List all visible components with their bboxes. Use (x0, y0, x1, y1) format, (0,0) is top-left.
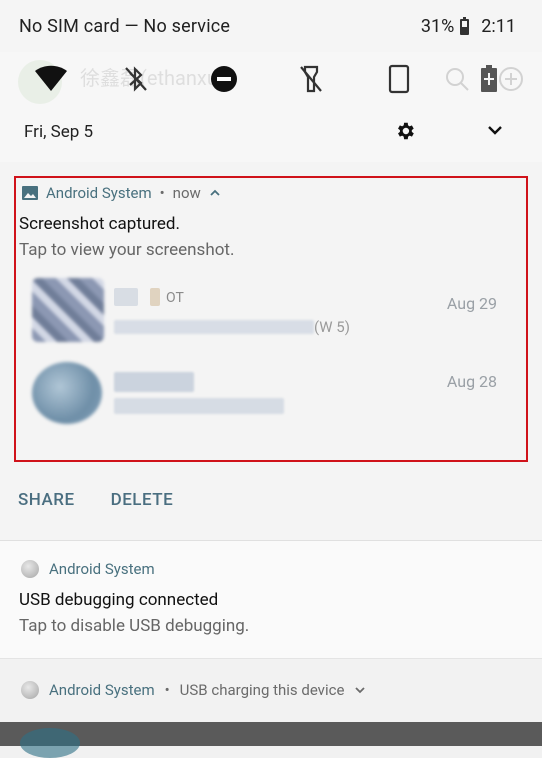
delete-button[interactable]: DELETE (111, 490, 174, 510)
image-icon (22, 186, 38, 200)
notification-summary: USB charging this device (179, 681, 345, 699)
preview-partial-text-2: (W 5) (314, 318, 350, 336)
notification-header: Android System • now (22, 184, 221, 202)
quick-settings: 徐鑫磊(ethanxu) Fri, Sep 5 (0, 52, 542, 162)
chevron-down-icon[interactable] (354, 685, 366, 695)
notification-app-name: Android System (46, 184, 152, 202)
blurred-avatar (32, 278, 104, 342)
blurred-text (150, 288, 160, 306)
gear-icon[interactable] (394, 120, 416, 146)
status-right: 31% 2:11 (421, 16, 516, 37)
notification-actions: SHARE DELETE (18, 490, 173, 510)
blurred-avatar (32, 362, 102, 424)
flashlight-off-icon[interactable] (292, 60, 330, 98)
blurred-text (114, 372, 194, 392)
blurred-text (114, 288, 138, 306)
notification-text: Tap to view your screenshot. (19, 240, 235, 260)
preview-date-1: Aug 29 (446, 294, 497, 313)
notification-header: Android System • USB charging this devic… (21, 681, 366, 699)
separator-dot: • (159, 184, 165, 202)
notification-text: Tap to disable USB debugging. (19, 616, 250, 636)
clock: 2:11 (481, 16, 516, 37)
preview-date-2: Aug 28 (446, 372, 497, 391)
preview-partial-text: OT (166, 290, 184, 306)
blurred-text (114, 320, 314, 334)
status-bar: No SIM card — No service 31% 2:11 (0, 0, 542, 52)
dnd-icon[interactable] (205, 60, 243, 98)
android-system-icon (21, 560, 39, 578)
ghost-avatar (20, 728, 80, 758)
battery-icon (460, 16, 470, 35)
notification-title: USB debugging connected (19, 590, 219, 610)
android-system-icon (21, 681, 39, 699)
quick-settings-row (0, 52, 542, 104)
rotate-icon[interactable] (380, 60, 418, 98)
wifi-icon[interactable] (32, 60, 70, 98)
bluetooth-off-icon[interactable] (117, 60, 155, 98)
notification-app-name: Android System (49, 681, 155, 699)
notification-title: Screenshot captured. (19, 214, 180, 234)
notification-header: Android System (21, 560, 155, 578)
separator-dot: • (164, 681, 170, 699)
background-scrim (0, 722, 542, 758)
date-label: Fri, Sep 5 (24, 122, 94, 142)
screenshot-preview[interactable]: OT (W 5) Aug 29 Aug 28 (24, 274, 514, 454)
notification-app-name: Android System (49, 560, 155, 578)
battery-percent: 31% (420, 16, 455, 37)
ghost-add-icon (492, 60, 530, 98)
carrier-text: No SIM card — No service (19, 16, 231, 37)
chevron-up-icon[interactable] (209, 188, 221, 198)
share-button[interactable]: SHARE (18, 490, 75, 510)
blurred-text (114, 398, 284, 414)
notification-time: now (172, 184, 201, 202)
chevron-down-icon[interactable] (485, 120, 505, 144)
